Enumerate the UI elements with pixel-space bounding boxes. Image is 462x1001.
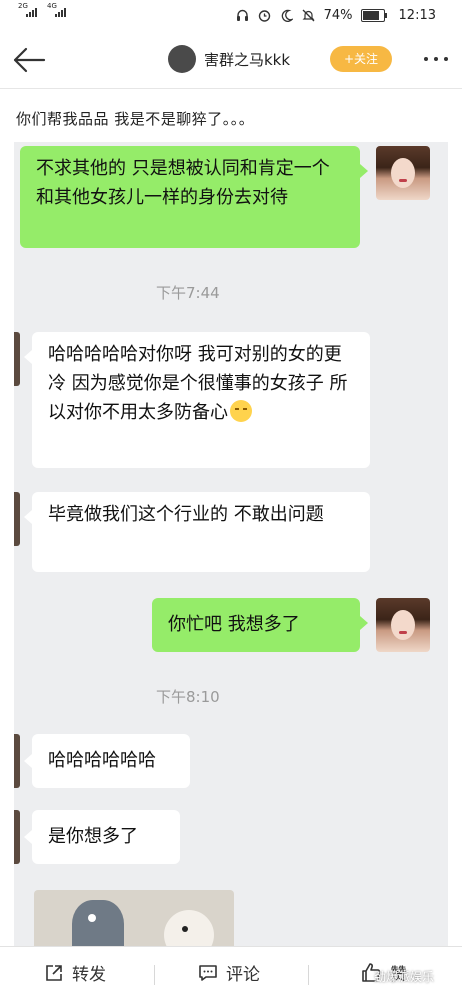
signal-icon: 2G: [18, 2, 37, 17]
username[interactable]: 害群之马kkk: [204, 49, 290, 70]
chat-bubble-sent: 你忙吧 我想多了: [152, 598, 360, 652]
action-separator: [154, 965, 155, 985]
header-divider: [0, 88, 462, 89]
receiver-avatar-edge: [14, 734, 20, 788]
smirk-emoji-icon: [230, 400, 252, 422]
chat-bubble-received: 哈哈哈哈哈对你呀 我可对别的女的更冷 因为感觉你是个很懂事的女孩子 所以对你不用…: [32, 332, 370, 468]
post-caption: 你们帮我品品 我是不是聊猝了。。。: [16, 110, 255, 128]
bubble-tail: [360, 616, 368, 630]
alarm-icon: [258, 9, 272, 23]
more-options-icon[interactable]: [424, 57, 448, 61]
chat-timestamp: 下午7:44: [156, 284, 220, 302]
chat-screenshot[interactable]: 不求其他的 只是想被认同和肯定一个和其他女孩儿一样的身份去对待 下午7:44 哈…: [14, 142, 448, 947]
do-not-disturb-icon: [280, 9, 294, 23]
message-text: 你忙吧 我想多了: [168, 614, 300, 635]
receiver-avatar-edge: [14, 492, 20, 546]
comment-label: 评论: [226, 965, 260, 985]
status-bar: 2G 4G 74% 12:13: [0, 0, 462, 34]
chat-bubble-received: 哈哈哈哈哈哈: [32, 734, 190, 788]
network-type-1: 2G: [18, 2, 28, 10]
message-text: 不求其他的 只是想被认同和肯定一个和其他女孩儿一样的身份去对待: [36, 158, 330, 208]
headset-icon: [236, 9, 250, 23]
watermark: 劲爆派娱乐: [374, 970, 435, 984]
repost-label: 转发: [72, 965, 106, 985]
network-type-2: 4G: [47, 2, 57, 10]
bubble-tail: [24, 350, 32, 364]
bubble-tail: [24, 830, 32, 844]
sender-avatar: [376, 146, 430, 200]
chat-timestamp: 下午8:10: [156, 688, 220, 706]
chat-bubble-received: 毕竟做我们这个行业的 不敢出问题: [32, 492, 370, 572]
user-avatar[interactable]: [168, 45, 196, 73]
back-arrow-icon: [13, 47, 46, 73]
message-text: 毕竟做我们这个行业的 不敢出问题: [48, 504, 324, 525]
chat-bubble-sent: 不求其他的 只是想被认同和肯定一个和其他女孩儿一样的身份去对待: [20, 146, 360, 248]
signal-icon: 4G: [47, 2, 66, 17]
comment-icon: [199, 964, 217, 981]
action-separator: [308, 965, 309, 985]
message-text: 哈哈哈哈哈对你呀 我可对别的女的更冷 因为感觉你是个很懂事的女孩子 所以对你不用…: [48, 344, 348, 423]
receiver-avatar-edge: [14, 332, 20, 386]
bubble-tail: [24, 510, 32, 524]
follow-button[interactable]: +关注: [330, 46, 392, 72]
chat-bubble-received: 是你想多了: [32, 810, 180, 864]
clock: 12:13: [398, 8, 436, 23]
share-icon: [46, 964, 62, 981]
battery-percent: 74%: [323, 8, 353, 23]
receiver-avatar-edge: [14, 810, 20, 864]
comment-button[interactable]: 评论: [198, 960, 260, 985]
repost-button[interactable]: 转发: [44, 960, 106, 985]
back-button[interactable]: [12, 46, 46, 74]
cartoon-sticker: [34, 890, 234, 947]
bubble-tail: [360, 164, 368, 178]
message-text: 是你想多了: [48, 826, 138, 847]
message-text: 哈哈哈哈哈哈: [48, 750, 156, 771]
sender-avatar: [376, 598, 430, 652]
mute-icon: [302, 9, 316, 23]
post-header: 害群之马kkk +关注: [0, 34, 462, 86]
bubble-tail: [24, 754, 32, 768]
battery-icon: [360, 9, 387, 22]
